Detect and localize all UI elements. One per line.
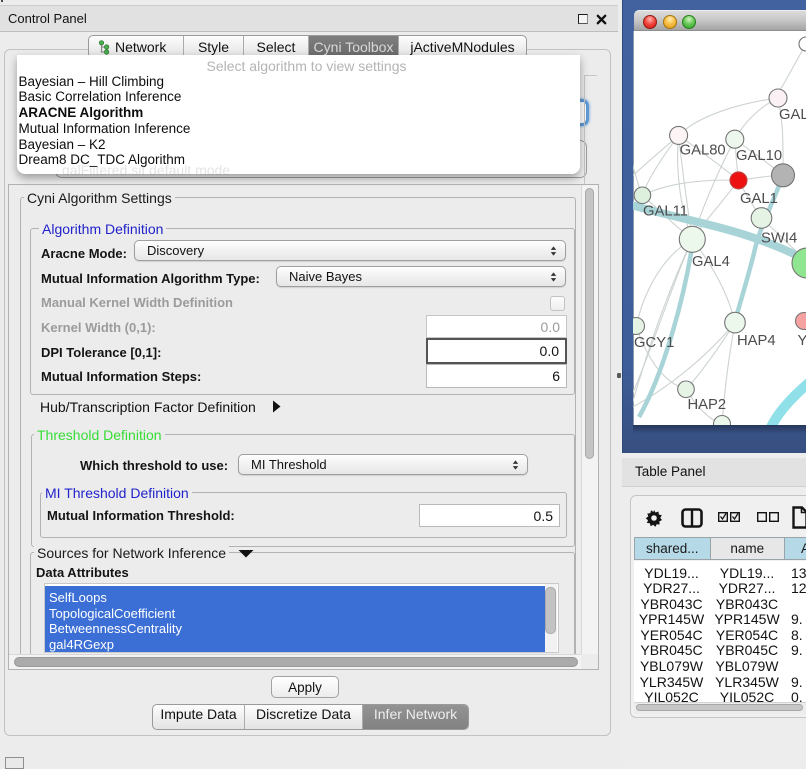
svg-text:GAL: GAL — [779, 107, 806, 123]
svg-text:GAL11: GAL11 — [643, 204, 688, 220]
svg-text:HAP4: HAP4 — [737, 333, 776, 349]
svg-text:GAL80: GAL80 — [680, 143, 726, 159]
svg-text:HAP2: HAP2 — [688, 397, 727, 413]
svg-text:GAL10: GAL10 — [736, 148, 782, 164]
svg-text:Y: Y — [798, 333, 806, 349]
svg-text:GAL4: GAL4 — [692, 254, 730, 270]
svg-text:GCY1: GCY1 — [634, 335, 674, 351]
svg-text:SWI4: SWI4 — [761, 231, 797, 247]
svg-text:GAL1: GAL1 — [740, 191, 778, 207]
